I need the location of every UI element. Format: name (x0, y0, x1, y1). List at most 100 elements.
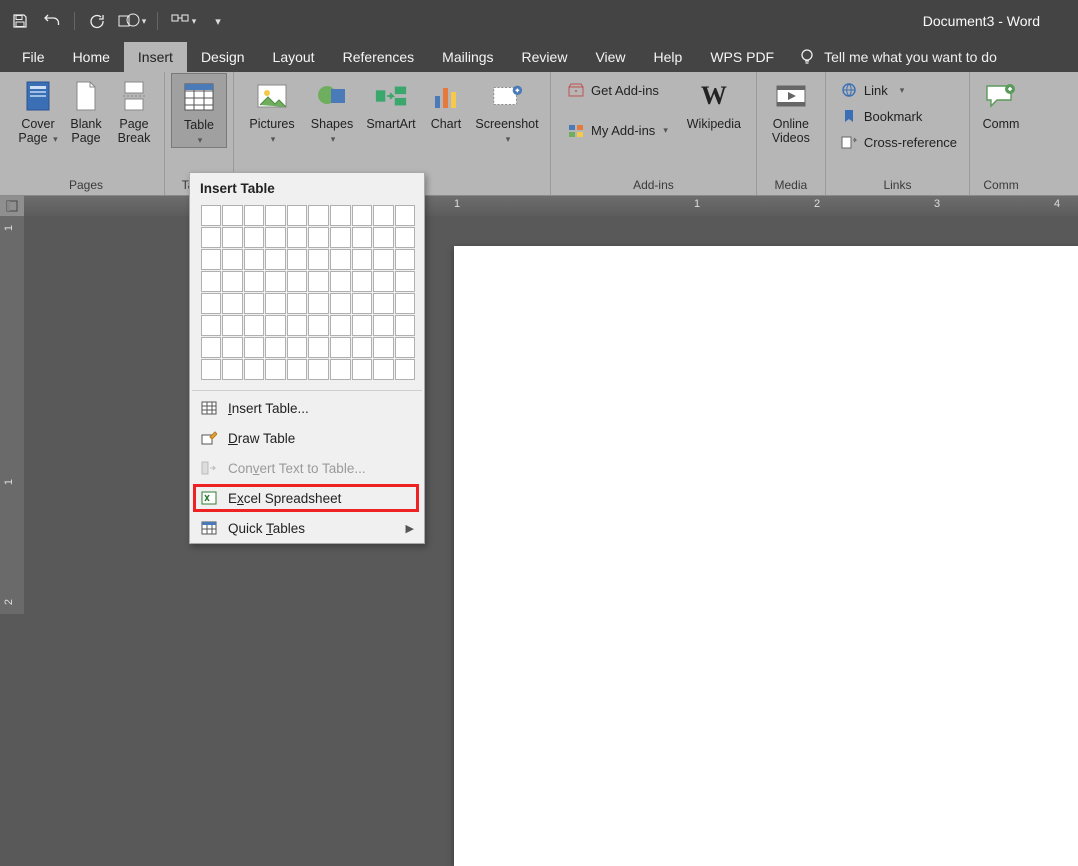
grid-cell[interactable] (287, 271, 308, 292)
cover-page-button[interactable]: Cover Page ▾ (14, 73, 62, 146)
grid-cell[interactable] (308, 293, 329, 314)
online-videos-button[interactable]: Online Videos (763, 73, 819, 146)
insert-table-menuitem[interactable]: Insert Table... (190, 393, 424, 423)
grid-cell[interactable] (287, 249, 308, 270)
horizontal-ruler[interactable]: 1 1 2 3 4 (24, 196, 1078, 216)
grid-cell[interactable] (244, 315, 265, 336)
grid-cell[interactable] (244, 205, 265, 226)
grid-cell[interactable] (287, 359, 308, 380)
grid-cell[interactable] (330, 227, 351, 248)
grid-cell[interactable] (330, 293, 351, 314)
grid-cell[interactable] (330, 315, 351, 336)
grid-cell[interactable] (222, 315, 243, 336)
tell-me-search[interactable]: Tell me what you want to do (788, 42, 997, 72)
grid-cell[interactable] (330, 271, 351, 292)
grid-cell[interactable] (222, 227, 243, 248)
grid-cell[interactable] (244, 271, 265, 292)
grid-cell[interactable] (308, 249, 329, 270)
blank-page-button[interactable]: Blank Page (62, 73, 110, 146)
grid-cell[interactable] (395, 359, 416, 380)
tab-design[interactable]: Design (187, 42, 259, 72)
shapes-button[interactable]: Shapes▾ (304, 73, 360, 146)
grid-cell[interactable] (373, 359, 394, 380)
tab-view[interactable]: View (581, 42, 639, 72)
grid-cell[interactable] (222, 293, 243, 314)
tab-layout[interactable]: Layout (259, 42, 329, 72)
page-break-button[interactable]: Page Break (110, 73, 158, 146)
grid-cell[interactable] (244, 293, 265, 314)
document-page[interactable] (454, 246, 1078, 866)
grid-cell[interactable] (373, 271, 394, 292)
grid-cell[interactable] (352, 249, 373, 270)
grid-cell[interactable] (287, 293, 308, 314)
grid-cell[interactable] (308, 205, 329, 226)
link-button[interactable]: Link ▾ (834, 79, 963, 101)
ruler-corner[interactable] (0, 196, 24, 216)
chart-button[interactable]: Chart (422, 73, 470, 131)
grid-cell[interactable] (373, 293, 394, 314)
grid-cell[interactable] (201, 271, 222, 292)
get-addins-button[interactable]: Get Add-ins (561, 79, 674, 101)
grid-cell[interactable] (330, 359, 351, 380)
grid-cell[interactable] (287, 315, 308, 336)
grid-cell[interactable] (201, 205, 222, 226)
grid-cell[interactable] (201, 315, 222, 336)
grid-cell[interactable] (395, 227, 416, 248)
tab-insert[interactable]: Insert (124, 42, 187, 72)
grid-cell[interactable] (352, 337, 373, 358)
grid-cell[interactable] (244, 227, 265, 248)
grid-cell[interactable] (352, 271, 373, 292)
tab-help[interactable]: Help (640, 42, 697, 72)
wikipedia-button[interactable]: W Wikipedia (678, 73, 750, 131)
grid-cell[interactable] (265, 271, 286, 292)
grid-cell[interactable] (222, 359, 243, 380)
grid-cell[interactable] (352, 205, 373, 226)
grid-cell[interactable] (265, 293, 286, 314)
tab-references[interactable]: References (329, 42, 429, 72)
tab-review[interactable]: Review (508, 42, 582, 72)
table-size-grid[interactable] (190, 200, 424, 388)
tab-home[interactable]: Home (59, 42, 124, 72)
grid-cell[interactable] (222, 271, 243, 292)
grid-cell[interactable] (287, 205, 308, 226)
grid-cell[interactable] (201, 249, 222, 270)
grid-cell[interactable] (330, 249, 351, 270)
grid-cell[interactable] (395, 337, 416, 358)
excel-spreadsheet-menuitem[interactable]: Excel Spreadsheet (190, 483, 424, 513)
grid-cell[interactable] (222, 249, 243, 270)
grid-cell[interactable] (395, 249, 416, 270)
grid-cell[interactable] (287, 227, 308, 248)
grid-cell[interactable] (265, 205, 286, 226)
grid-cell[interactable] (330, 205, 351, 226)
grid-cell[interactable] (373, 205, 394, 226)
grid-cell[interactable] (287, 337, 308, 358)
quick-tables-menuitem[interactable]: Quick Tables ▶ (190, 513, 424, 543)
grid-cell[interactable] (308, 337, 329, 358)
grid-cell[interactable] (201, 293, 222, 314)
grid-cell[interactable] (330, 337, 351, 358)
grid-cell[interactable] (244, 337, 265, 358)
grid-cell[interactable] (265, 337, 286, 358)
grid-cell[interactable] (373, 249, 394, 270)
grid-cell[interactable] (373, 315, 394, 336)
tab-mailings[interactable]: Mailings (428, 42, 507, 72)
grid-cell[interactable] (352, 227, 373, 248)
grid-cell[interactable] (244, 359, 265, 380)
grid-cell[interactable] (265, 227, 286, 248)
grid-cell[interactable] (222, 205, 243, 226)
tab-file[interactable]: File (0, 42, 59, 72)
comment-button[interactable]: Comm (976, 73, 1026, 131)
grid-cell[interactable] (201, 359, 222, 380)
grid-cell[interactable] (265, 249, 286, 270)
grid-cell[interactable] (395, 205, 416, 226)
grid-cell[interactable] (244, 249, 265, 270)
grid-cell[interactable] (352, 359, 373, 380)
grid-cell[interactable] (308, 271, 329, 292)
grid-cell[interactable] (352, 315, 373, 336)
grid-cell[interactable] (265, 359, 286, 380)
table-button[interactable]: Table▾ (171, 73, 227, 148)
grid-cell[interactable] (352, 293, 373, 314)
cross-reference-button[interactable]: Cross-reference (834, 131, 963, 153)
grid-cell[interactable] (201, 227, 222, 248)
my-addins-button[interactable]: My Add-ins ▾ (561, 119, 674, 141)
